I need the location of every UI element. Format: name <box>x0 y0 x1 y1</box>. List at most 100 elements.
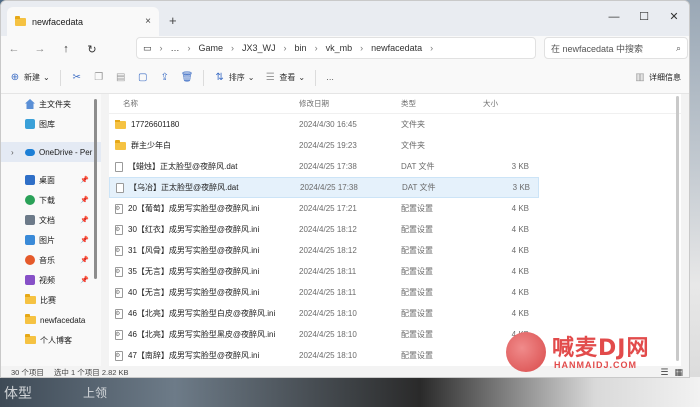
pin-icon: 📌 <box>80 177 89 184</box>
sidebar-item-label: 图库 <box>39 119 55 129</box>
file-type: 文件夹 <box>401 120 425 129</box>
new-tab-button[interactable]: + <box>169 13 177 28</box>
cloud-icon <box>25 148 35 156</box>
column-header-size[interactable]: 大小 <box>475 98 533 109</box>
sidebar-scrollbar[interactable] <box>94 99 97 279</box>
cut-icon[interactable]: ✂ <box>71 72 83 84</box>
breadcrumb-item[interactable]: Game <box>199 43 224 53</box>
sidebar-item-blog[interactable]: 个人博客 <box>1 330 101 350</box>
wallpaper-text: 体型 <box>4 386 32 402</box>
file-row[interactable]: 31【风骨】成男写实脸型@夜醉风.ini 2024/4/25 18:12 配置设… <box>109 240 681 261</box>
file-row[interactable]: 35【无言】成男写实脸型@夜醉风.ini 2024/4/25 18:11 配置设… <box>109 261 681 282</box>
gallery-icon <box>25 119 35 129</box>
breadcrumb[interactable]: ▭ › … › Game › JX3_WJ › bin › vk_mb › ne… <box>136 37 536 59</box>
file-row[interactable]: 30【红衣】成男写实脸型@夜醉风.ini 2024/4/25 18:12 配置设… <box>109 219 681 240</box>
minimize-button[interactable]: — <box>599 1 629 36</box>
share-icon[interactable]: ⇪ <box>159 72 171 84</box>
sidebar-item-home[interactable]: 主文件夹 <box>1 94 101 114</box>
file-row[interactable]: 【蜡烛】正太脸型@夜醉风.dat 2024/4/25 17:38 DAT 文件 … <box>109 156 681 177</box>
back-button[interactable]: ← <box>7 43 21 55</box>
column-header-name[interactable]: 名称 <box>109 98 291 109</box>
sidebar-item-documents[interactable]: 文档 📌 <box>1 210 101 230</box>
close-tab-button[interactable]: × <box>145 16 151 27</box>
file-type: DAT 文件 <box>402 183 436 192</box>
search-input[interactable]: 在 newfacedata 中搜索 ⌕ <box>544 37 688 59</box>
file-type: 文件夹 <box>401 141 425 150</box>
file-name: 30【红衣】成男写实脸型@夜醉风.ini <box>128 225 260 234</box>
sidebar-item-label: 图片 <box>39 235 55 245</box>
file-date: 2024/4/25 17:21 <box>299 204 357 213</box>
view-label: 查看 <box>279 73 296 82</box>
sidebar-item-gallery[interactable]: 图库 <box>1 114 101 134</box>
search-icon: ⌕ <box>675 42 681 53</box>
sidebar-item-label: 文档 <box>39 215 55 225</box>
close-window-button[interactable]: ✕ <box>659 1 689 36</box>
delete-icon[interactable]: 🗑 <box>181 72 194 84</box>
column-header-type[interactable]: 类型 <box>393 98 475 109</box>
copy-icon[interactable]: ❐ <box>93 72 105 84</box>
file-row[interactable]: 17726601180 2024/4/30 16:45 文件夹 <box>109 114 681 135</box>
file-name: 40【无言】成男写实脸型@夜醉风.ini <box>128 288 260 297</box>
file-row-selected[interactable]: 【乌冶】正太脸型@夜醉风.dat 2024/4/25 17:38 DAT 文件 … <box>109 177 539 198</box>
settings-file-icon <box>115 245 123 256</box>
file-type: 配置设置 <box>401 330 433 339</box>
sidebar-item-music[interactable]: 音乐 📌 <box>1 250 101 270</box>
folder-icon <box>25 334 36 344</box>
settings-file-icon <box>115 287 123 298</box>
file-row[interactable]: 群主少年白 2024/4/25 19:23 文件夹 <box>109 135 681 156</box>
sidebar-item-label: 视频 <box>39 275 55 285</box>
breadcrumb-item[interactable]: vk_mb <box>326 43 353 53</box>
sidebar-item-downloads[interactable]: 下载 📌 <box>1 190 101 210</box>
site-watermark: 喊麦DJ网 HANMAIDJ.COM <box>504 328 684 378</box>
file-size: 3 KB <box>512 183 530 192</box>
file-row[interactable]: 40【无言】成男写实脸型@夜醉风.ini 2024/4/25 18:11 配置设… <box>109 282 681 303</box>
details-pane-button[interactable]: ▥ 详细信息 <box>634 72 681 84</box>
sidebar-item-bisai[interactable]: 比赛 <box>1 290 101 310</box>
file-date: 2024/4/25 18:11 <box>299 267 357 276</box>
sort-button[interactable]: ⇅ 排序 ⌄ <box>214 72 255 84</box>
chevron-right-icon[interactable]: › <box>11 148 14 157</box>
up-button[interactable]: ↑ <box>59 43 73 55</box>
breadcrumb-item[interactable]: bin <box>295 43 307 53</box>
pin-icon: 📌 <box>80 257 89 264</box>
sidebar-item-label: 下载 <box>39 195 55 205</box>
file-date: 2024/4/30 16:45 <box>299 120 357 129</box>
paste-icon[interactable]: ▤ <box>115 72 127 84</box>
file-type: 配置设置 <box>401 225 433 234</box>
settings-file-icon <box>115 266 123 277</box>
tab-newfacedata[interactable]: newfacedata × <box>7 7 159 36</box>
sort-label: 排序 <box>228 73 245 82</box>
download-icon <box>25 195 35 205</box>
more-options-button[interactable]: … <box>326 73 334 82</box>
new-button[interactable]: ⊕ 新建 ⌄ <box>9 72 50 84</box>
file-type: 配置设置 <box>401 246 433 255</box>
settings-file-icon <box>115 308 123 319</box>
file-row[interactable]: 46【北亮】成男写实脸型白皮@夜醉风.ini 2024/4/25 18:10 配… <box>109 303 681 324</box>
file-date: 2024/4/25 18:10 <box>299 309 357 318</box>
file-list-scrollbar[interactable] <box>676 96 679 361</box>
file-date: 2024/4/25 18:12 <box>299 225 357 234</box>
sidebar-item-pictures[interactable]: 图片 📌 <box>1 230 101 250</box>
settings-file-icon <box>115 203 123 214</box>
file-name: 47【南辞】成男写实脸型@夜醉风.ini <box>128 351 260 360</box>
command-bar: ⊕ 新建 ⌄ ✂ ❐ ▤ ▢ ⇪ 🗑 ⇅ 排序 ⌄ ☰ 查看 ⌄ … ▥ 详细信… <box>1 62 689 94</box>
details-pane-icon: ▥ <box>635 71 645 83</box>
file-row[interactable]: 20【葡萄】成男写实脸型@夜醉风.ini 2024/4/25 17:21 配置设… <box>109 198 681 219</box>
column-header-date[interactable]: 修改日期 <box>291 98 393 109</box>
sidebar-item-onedrive[interactable]: › OneDrive - Per <box>1 142 101 162</box>
file-icon <box>116 182 124 193</box>
breadcrumb-more[interactable]: … <box>171 43 180 53</box>
forward-button[interactable]: → <box>33 43 47 55</box>
file-type: 配置设置 <box>401 204 433 213</box>
breadcrumb-item[interactable]: newfacedata <box>371 43 422 53</box>
column-headers: 名称 修改日期 类型 大小 <box>109 94 681 114</box>
sidebar-item-desktop[interactable]: 桌面 📌 <box>1 170 101 190</box>
breadcrumb-item[interactable]: JX3_WJ <box>242 43 276 53</box>
rename-icon[interactable]: ▢ <box>137 72 149 84</box>
tab-title: newfacedata <box>32 16 84 27</box>
sidebar-item-newfacedata[interactable]: newfacedata <box>1 310 101 330</box>
maximize-button[interactable]: ☐ <box>629 1 659 36</box>
view-button[interactable]: ☰ 查看 ⌄ <box>264 72 305 84</box>
sidebar-item-videos[interactable]: 视频 📌 <box>1 270 101 290</box>
refresh-button[interactable]: ↻ <box>85 43 99 56</box>
